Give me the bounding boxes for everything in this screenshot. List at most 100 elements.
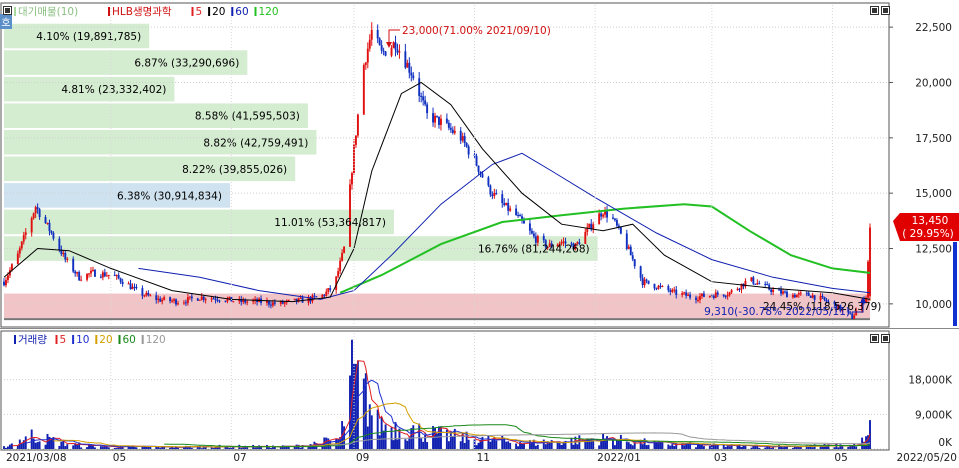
candle-body bbox=[93, 269, 96, 277]
candle-body bbox=[155, 295, 158, 300]
candle-body bbox=[198, 299, 201, 301]
price-tick-label: 20,000 bbox=[915, 77, 952, 89]
side-tab[interactable]: 호 bbox=[0, 14, 12, 29]
volume-bar bbox=[667, 444, 670, 449]
candle-body bbox=[52, 232, 55, 239]
candle-body bbox=[643, 279, 646, 286]
candle-body bbox=[159, 298, 162, 302]
volume-bar bbox=[625, 441, 628, 449]
volume-bar bbox=[509, 442, 512, 449]
candle-body bbox=[797, 293, 800, 295]
candle-body bbox=[376, 29, 379, 39]
candle-body bbox=[501, 194, 504, 204]
volume-bar bbox=[392, 440, 395, 449]
volume-panel-close-button[interactable] bbox=[881, 334, 890, 343]
stock-chart[interactable]: 4.10% (19,891,785) 6.87% (33,290,696) 4.81… bbox=[0, 0, 959, 468]
candle-body bbox=[461, 136, 464, 141]
volume-bar bbox=[436, 433, 438, 449]
legend-label: HLB생명과학 bbox=[112, 6, 172, 18]
candle-body bbox=[507, 202, 510, 211]
candle-body bbox=[184, 302, 187, 304]
candle-body bbox=[807, 292, 810, 296]
price-tick-label: 17,500 bbox=[915, 133, 952, 145]
candle-body bbox=[204, 299, 207, 301]
low-label: 9,310(-30.78% 2022/05/11) bbox=[704, 306, 850, 318]
legend-swatch bbox=[191, 7, 194, 16]
candle-body bbox=[780, 289, 782, 294]
volume-bar bbox=[669, 445, 672, 449]
candle-body bbox=[131, 286, 134, 290]
candle-body bbox=[716, 292, 719, 295]
candle-body bbox=[631, 255, 634, 260]
volume-bar bbox=[477, 442, 480, 449]
candle-body bbox=[523, 220, 525, 224]
last-price-value: 13,450 bbox=[912, 215, 949, 227]
volume-bar bbox=[426, 442, 429, 449]
candle-body bbox=[190, 296, 193, 299]
candle-body bbox=[752, 277, 755, 284]
candle-body bbox=[689, 294, 692, 298]
candle-body bbox=[424, 100, 427, 105]
volume-bar bbox=[740, 447, 743, 449]
volume-bar bbox=[673, 446, 676, 449]
candle-body bbox=[398, 51, 401, 53]
candle-body bbox=[702, 293, 705, 297]
volume-bar bbox=[653, 440, 656, 449]
candle-body bbox=[103, 272, 106, 277]
volume-profile-label: 6.87% (33,290,696) bbox=[134, 58, 239, 70]
volume-bar bbox=[503, 439, 506, 449]
candle-body bbox=[738, 288, 741, 290]
candle-body bbox=[105, 275, 108, 277]
candle-body bbox=[627, 246, 630, 249]
volume-bar bbox=[396, 439, 399, 449]
price-panel-max-button[interactable] bbox=[870, 6, 879, 15]
date-tick-label: 07 bbox=[233, 452, 246, 464]
price-panel-close-button[interactable] bbox=[881, 6, 890, 15]
candle-body bbox=[542, 236, 545, 241]
candle-body bbox=[410, 72, 413, 76]
volume-panel-max-button[interactable] bbox=[870, 334, 879, 343]
candle-body bbox=[341, 252, 344, 261]
legend-swatch bbox=[95, 335, 98, 344]
volume-bar bbox=[113, 447, 116, 449]
candle-body bbox=[44, 217, 47, 223]
legend-swatch bbox=[14, 335, 16, 344]
candle-body bbox=[88, 273, 90, 275]
volume-bar bbox=[598, 445, 601, 449]
legend-checkbox[interactable] bbox=[3, 6, 12, 15]
candle-body bbox=[683, 292, 686, 294]
volume-bar bbox=[530, 442, 533, 449]
volume-bar bbox=[699, 444, 701, 449]
volume-bar bbox=[708, 445, 711, 449]
volume-bar bbox=[521, 443, 523, 449]
candle-body bbox=[232, 301, 235, 303]
volume-bar bbox=[505, 441, 508, 449]
candle-body bbox=[163, 297, 166, 300]
volume-bar bbox=[406, 440, 409, 449]
volume-bar bbox=[487, 436, 490, 449]
candle-body bbox=[625, 233, 628, 249]
candle-body bbox=[768, 284, 771, 290]
candle-body bbox=[687, 294, 690, 296]
date-tick-label: 2022/01 bbox=[597, 452, 641, 464]
volume-bar bbox=[612, 439, 614, 449]
date-tick-label: 05 bbox=[834, 452, 847, 464]
candle-body bbox=[135, 287, 138, 289]
volume-bar bbox=[343, 426, 346, 449]
volume-bar bbox=[50, 438, 53, 449]
volume-bar bbox=[107, 447, 110, 449]
candle-body bbox=[382, 50, 385, 52]
volume-bar bbox=[404, 439, 407, 449]
legend-label: 10 bbox=[76, 334, 89, 346]
volume-bar bbox=[645, 445, 648, 449]
price-tick-label: 15,000 bbox=[915, 188, 952, 200]
candle-body bbox=[588, 223, 591, 228]
candle-body bbox=[517, 215, 520, 217]
volume-bar bbox=[570, 437, 573, 449]
candle-body bbox=[451, 129, 454, 133]
candle-body bbox=[200, 296, 203, 300]
volume-bar bbox=[30, 429, 33, 449]
candle-body bbox=[86, 273, 89, 280]
volume-bar bbox=[855, 446, 858, 449]
candle-body bbox=[101, 272, 104, 278]
